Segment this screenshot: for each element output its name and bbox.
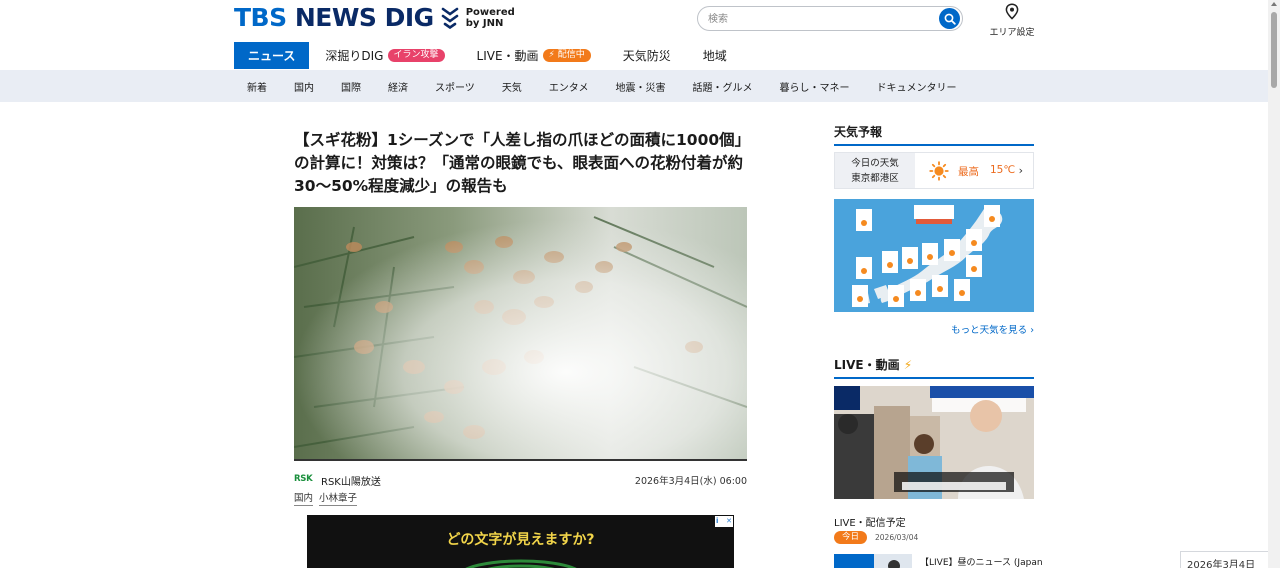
subnav-weather[interactable]: 天気 <box>502 79 522 94</box>
live-video-heading: LIVE・動画 ⚡ <box>834 356 1034 379</box>
weather-map-image[interactable] <box>834 199 1034 312</box>
nav-weather-disaster[interactable]: 天気防災 <box>607 42 687 69</box>
source-name[interactable]: RSK山陽放送 <box>321 473 381 488</box>
site-logo[interactable]: TBS NEWS DIG Powered by JNN <box>234 5 515 31</box>
subnav-life-money[interactable]: 暮らし・マネー <box>780 79 850 94</box>
powered-by-jnn: Powered by JNN <box>465 7 515 29</box>
nav-region[interactable]: 地域 <box>687 42 743 69</box>
search-button[interactable] <box>939 8 960 29</box>
schedule-item-title[interactable]: 【LIVE】昼のニュース (Japan <box>920 555 1043 568</box>
area-setting-label: エリア設定 <box>989 28 1035 38</box>
max-temp-value: 15℃ <box>990 164 1016 176</box>
search-icon <box>944 13 956 25</box>
ad-choices-icon[interactable]: i ✕ <box>715 516 733 527</box>
schedule-date-row: 今日 2026/03/04 <box>834 531 918 544</box>
subnav-documentary[interactable]: ドキュメンタリー <box>877 79 957 94</box>
live-schedule-heading: LIVE・配信予定 <box>834 518 906 529</box>
today-weather-widget[interactable]: 今日の天気 東京都港区 最高 15℃ › <box>834 152 1034 189</box>
article-hero-image <box>294 207 747 461</box>
weather-location: 今日の天気 東京都港区 <box>835 153 915 188</box>
search-box <box>697 6 963 31</box>
location-pin-icon <box>1005 3 1019 20</box>
subnav-topics-gourmet[interactable]: 話題・グルメ <box>693 79 753 94</box>
subnav-sports[interactable]: スポーツ <box>435 79 475 94</box>
subnav-international[interactable]: 国際 <box>341 79 361 94</box>
schedule-thumbnail[interactable] <box>834 554 912 568</box>
subnav-earthquake-disaster[interactable]: 地震・災害 <box>616 79 666 94</box>
search-input[interactable] <box>708 11 928 27</box>
sub-nav: 新着 国内 国際 経済 スポーツ 天気 エンタメ 地震・災害 話題・グルメ 暮ら… <box>0 70 1268 102</box>
ad-headline: どの文字が見えますか? <box>446 532 595 548</box>
max-temp-label: 最高 <box>958 166 979 178</box>
article-title: 【スギ花粉】1シーズンで「人差し指の爪ほどの面積に1000個」の計算に！対策は？… <box>294 131 744 195</box>
page-scrollbar[interactable] <box>1268 0 1280 568</box>
iran-attack-badge: イラン攻撃 <box>387 49 445 62</box>
article-tags: 国内 小林章子 <box>294 490 358 506</box>
dig-arrow-icon <box>441 7 459 29</box>
sunny-icon <box>929 161 949 181</box>
subnav-new[interactable]: 新着 <box>247 79 267 94</box>
lightning-icon: ⚡ <box>903 358 913 372</box>
tag-domestic[interactable]: 国内 <box>294 490 314 506</box>
subnav-entertainment[interactable]: エンタメ <box>549 79 589 94</box>
scroll-up-arrow-icon[interactable] <box>1271 2 1277 6</box>
chevron-right-icon: › <box>1018 164 1023 177</box>
logo-text: TBS NEWS DIG <box>234 3 434 32</box>
nav-live-video[interactable]: LIVE・動画 ⚡ 配信中 <box>461 42 607 69</box>
rsk-logo[interactable]: RSK <box>294 474 313 484</box>
subnav-economy[interactable]: 経済 <box>388 79 408 94</box>
subnav-domestic[interactable]: 国内 <box>294 79 314 94</box>
publish-date: 2026年3月4日(水) 06:00 <box>634 476 747 487</box>
ad-graphic <box>465 559 577 568</box>
date-popup: 2026年3月4日 <box>1180 551 1272 568</box>
live-video-thumbnail[interactable] <box>834 386 1034 499</box>
weather-heading: 天気予報 <box>834 123 1034 146</box>
area-setting-button[interactable]: エリア設定 <box>986 3 1038 38</box>
scrollbar-thumb[interactable] <box>1271 12 1277 88</box>
article-meta: RSK RSK山陽放送 2026年3月4日(水) 06:00 <box>294 473 747 488</box>
lightning-icon: ⚡ <box>548 50 555 60</box>
more-weather-link[interactable]: もっと天気を見る › <box>834 322 1034 336</box>
tag-author[interactable]: 小林章子 <box>319 490 358 506</box>
schedule-date: 2026/03/04 <box>875 533 919 542</box>
today-pill: 今日 <box>834 531 868 544</box>
advertisement-banner[interactable]: どの文字が見えますか? i ✕ <box>307 515 734 568</box>
nav-news[interactable]: ニュース <box>234 42 310 69</box>
site-header: TBS NEWS DIG Powered by JNN エリア設定 ニュース 深… <box>0 0 1268 70</box>
live-streaming-badge: ⚡ 配信中 <box>542 49 591 62</box>
nav-fukabori-dig[interactable]: 深掘りDIG イラン攻撃 <box>309 42 460 69</box>
main-nav: ニュース 深掘りDIG イラン攻撃 LIVE・動画 ⚡ 配信中 天気防災 地域 <box>234 42 743 69</box>
